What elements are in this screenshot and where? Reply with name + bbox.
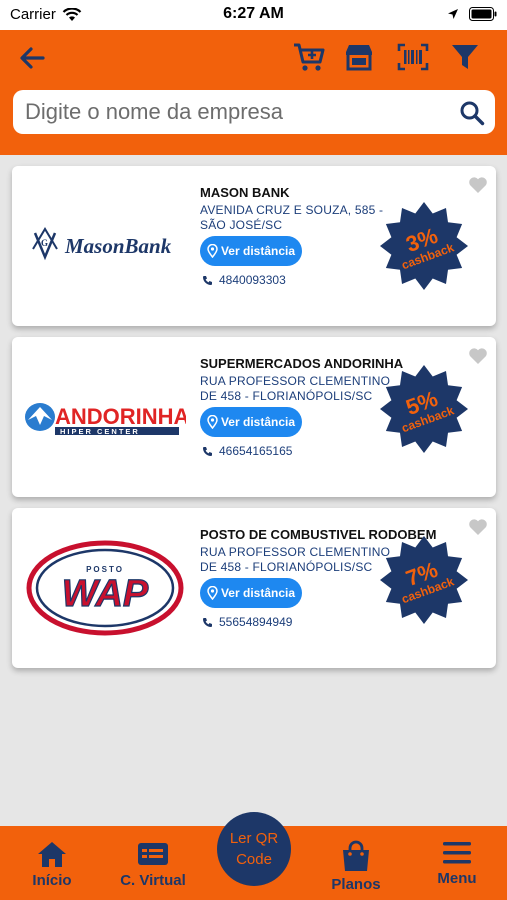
store-button[interactable]: [340, 38, 378, 76]
shopping-bag-icon: [343, 840, 369, 871]
back-button[interactable]: [14, 40, 50, 76]
virtual-card-icon: [138, 843, 168, 865]
store-logo: G MasonBank: [20, 166, 190, 326]
store-phone: 46654165165: [202, 444, 292, 458]
add-cart-icon: [294, 43, 325, 71]
battery-icon: [469, 7, 497, 21]
phone-icon: [203, 446, 212, 456]
app-header: [0, 30, 507, 155]
favorite-heart-icon[interactable]: [468, 176, 488, 194]
favorite-heart-icon[interactable]: [468, 518, 488, 536]
store-card-mason-bank[interactable]: G MasonBank MASON BANK AVENIDA CRUZ E SO…: [12, 166, 496, 326]
cashback-badge: 7% cashback: [378, 534, 470, 626]
filter-icon: [452, 45, 478, 69]
cashback-badge: 5% cashback: [378, 363, 470, 455]
favorite-heart-icon[interactable]: [468, 347, 488, 365]
add-cart-button[interactable]: [290, 38, 328, 76]
ver-distancia-label: Ver distância: [220, 244, 296, 258]
store-name: SUPERMERCADOS ANDORINHA: [200, 356, 404, 371]
logo-text: ANDORINHA: [55, 404, 186, 429]
logo-text: WAP: [62, 573, 149, 615]
nav-planos[interactable]: Planos: [311, 840, 401, 896]
barcode-icon: [397, 43, 429, 71]
nav-menu[interactable]: Menu: [412, 840, 502, 896]
store-phone: 4840093303: [202, 273, 286, 287]
ler-qr-code-button[interactable]: Ler QR Code: [217, 812, 291, 886]
nav-planos-label: Planos: [331, 876, 381, 893]
ler-qr-code-label: Ler QR Code: [229, 830, 279, 868]
store-phone: 55654894949: [202, 615, 292, 629]
nav-menu-label: Menu: [437, 870, 477, 887]
store-card-posto-rodobem[interactable]: POSTO WAP POSTO DE COMBUSTIVEL RODOBEM R…: [12, 508, 496, 668]
bottom-nav: Início C. Virtual Ler QR Code Planos Men…: [0, 812, 507, 900]
logo-text: MasonBank: [64, 234, 172, 258]
status-bar: Carrier 6:27 AM: [0, 0, 507, 30]
location-pin-icon: [207, 244, 218, 258]
store-phone-number: 4840093303: [219, 273, 286, 287]
filter-button[interactable]: [446, 38, 484, 76]
clock: 6:27 AM: [223, 5, 284, 22]
location-pin-icon: [207, 415, 218, 429]
store-phone-number: 55654894949: [219, 615, 293, 629]
location-arrow-icon: [448, 9, 458, 19]
phone-icon: [203, 617, 212, 627]
store-name: MASON BANK: [200, 185, 290, 200]
logo-subtext: HIPER CENTER: [60, 427, 140, 436]
search-icon[interactable]: [459, 100, 485, 126]
search-box: [13, 90, 495, 134]
store-logo: ANDORINHA HIPER CENTER: [20, 337, 190, 497]
ver-distancia-button[interactable]: Ver distância: [200, 236, 302, 266]
hamburger-menu-icon: [443, 842, 471, 864]
nav-c-virtual[interactable]: C. Virtual: [108, 840, 198, 896]
search-input[interactable]: [25, 90, 445, 134]
ver-distancia-label: Ver distância: [220, 415, 296, 429]
ver-distancia-label: Ver distância: [220, 586, 296, 600]
phone-icon: [203, 275, 212, 285]
nav-inicio-label: Início: [32, 872, 72, 889]
store-logo: POSTO WAP: [20, 508, 190, 668]
cashback-badge: 3% cashback: [378, 200, 470, 292]
nav-inicio[interactable]: Início: [7, 840, 97, 896]
back-arrow-icon: [20, 47, 45, 69]
store-icon: [346, 45, 372, 71]
ver-distancia-button[interactable]: Ver distância: [200, 578, 302, 608]
location-pin-icon: [207, 586, 218, 600]
barcode-button[interactable]: [394, 38, 432, 76]
home-icon: [38, 842, 66, 867]
svg-text:G: G: [41, 238, 48, 248]
ver-distancia-button[interactable]: Ver distância: [200, 407, 302, 437]
store-phone-number: 46654165165: [219, 444, 293, 458]
store-card-andorinha[interactable]: ANDORINHA HIPER CENTER SUPERMERCADOS AND…: [12, 337, 496, 497]
nav-c-virtual-label: C. Virtual: [120, 872, 186, 889]
